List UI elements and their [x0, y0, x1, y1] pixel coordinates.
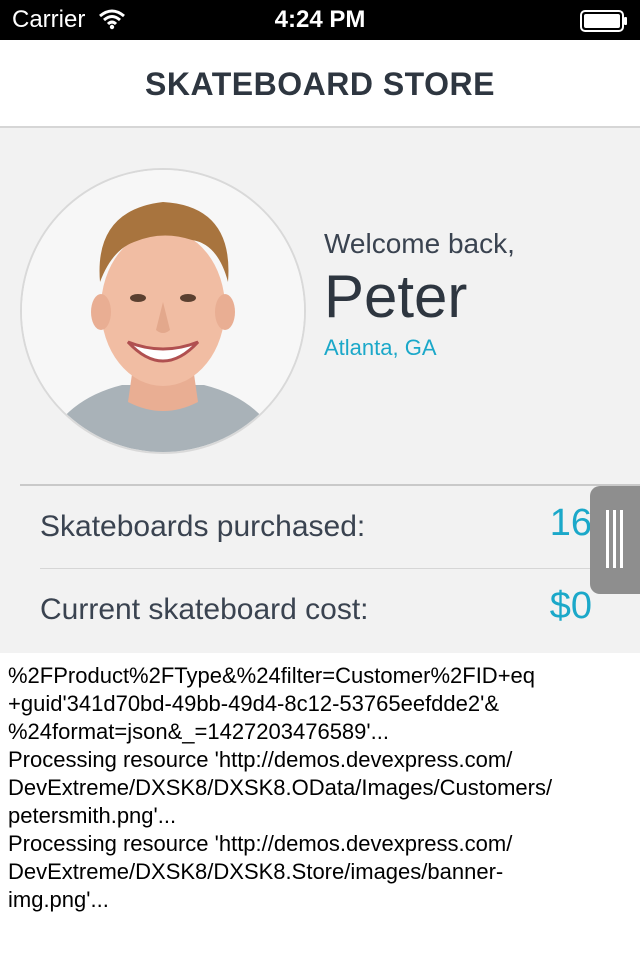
profile-panel: Welcome back, Peter Atlanta, GA Skateboa…: [0, 128, 640, 653]
avatar: [20, 168, 306, 454]
log-line: petersmith.png'...: [8, 803, 177, 828]
row-divider: [40, 568, 640, 569]
stats-divider: [20, 484, 640, 486]
status-time: 4:24 PM: [274, 6, 366, 33]
user-location: Atlanta, GA: [324, 335, 437, 360]
log-line: Processing resource 'http://demos.devexp…: [8, 831, 513, 856]
stat-row-skateboards-purchased: Skateboards purchased: 16: [40, 488, 592, 568]
log-line: DevExtreme/DXSK8/DXSK8.Store/images/bann…: [8, 859, 504, 884]
stat-value: 16: [549, 502, 592, 544]
stat-value: $0: [549, 585, 592, 627]
log-line: %24format=json&_=1427203476589'...: [8, 719, 389, 744]
grip-line: [620, 510, 623, 568]
app-header: SKATEBOARD STORE: [0, 40, 640, 128]
log-line: %2FProduct%2FType&%24filter=Customer%2FI…: [8, 663, 536, 688]
log-line: img.png'...: [8, 887, 109, 912]
grip-line: [606, 510, 609, 568]
stat-label: Skateboards purchased:: [40, 510, 366, 543]
log-line: +guid'341d70bd-49bb-49d4-8c12-53765eefdd…: [8, 691, 499, 716]
user-name: Peter: [324, 263, 468, 330]
drawer-handle[interactable]: [590, 486, 640, 594]
log-line: Processing resource 'http://demos.devexp…: [8, 747, 513, 772]
welcome-text: Welcome back,: [324, 228, 515, 259]
page-title: SKATEBOARD STORE: [145, 66, 495, 102]
stat-label: Current skateboard cost:: [40, 593, 369, 626]
log-line: DevExtreme/DXSK8/DXSK8.OData/Images/Cust…: [8, 775, 553, 800]
stat-row-current-cost: Current skateboard cost: $0: [40, 571, 592, 651]
log-output: %2FProduct%2FType&%24filter=Customer%2FI…: [8, 662, 628, 960]
status-bar: Carrier 4:24 PM: [0, 0, 640, 40]
battery-icon: [580, 10, 628, 37]
grip-line: [613, 510, 616, 568]
